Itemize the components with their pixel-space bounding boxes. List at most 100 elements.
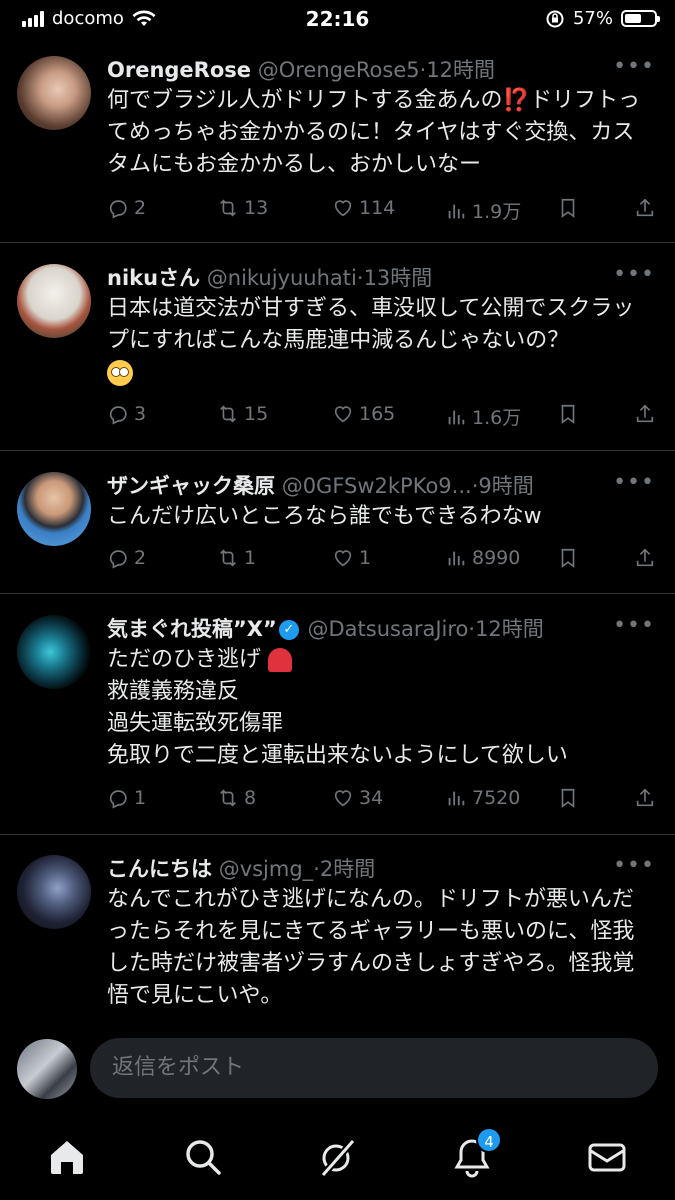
eye-roll-emoji — [107, 360, 133, 386]
separator-dot: · — [356, 266, 364, 290]
avatar[interactable] — [17, 56, 91, 130]
views-icon — [448, 410, 465, 424]
post-time[interactable]: 13時間 — [364, 266, 433, 290]
reply-button[interactable]: 3 — [107, 403, 146, 425]
tab-messages[interactable] — [585, 1135, 629, 1179]
author-name[interactable]: nikuさん — [107, 266, 200, 290]
repost-button[interactable]: 1 — [217, 547, 256, 569]
more-icon[interactable]: ••• — [613, 262, 655, 287]
reply-button[interactable]: 2 — [107, 197, 146, 219]
views-button[interactable]: 1.6万 — [445, 403, 521, 430]
action-bar: 2 13 114 1.9万 — [107, 197, 657, 227]
post-time[interactable]: 9時間 — [478, 474, 533, 498]
reply-button[interactable]: 1 — [107, 787, 146, 809]
author-name[interactable]: こんにちは — [107, 857, 212, 881]
more-icon[interactable]: ••• — [613, 54, 655, 79]
avatar[interactable] — [17, 855, 91, 929]
more-icon[interactable]: ••• — [613, 613, 655, 638]
view-count: 7520 — [472, 787, 521, 809]
tab-home[interactable] — [45, 1135, 89, 1179]
repost-count: 13 — [244, 197, 269, 219]
author-handle[interactable]: @nikujyuuhati — [207, 266, 357, 290]
like-button[interactable]: 1 — [332, 547, 371, 569]
reply-icon — [109, 406, 127, 425]
views-icon — [448, 791, 465, 806]
like-button[interactable]: 165 — [332, 403, 395, 425]
avatar[interactable] — [17, 472, 91, 546]
share-button[interactable] — [634, 403, 656, 425]
heart-icon — [334, 550, 352, 567]
avatar[interactable] — [17, 615, 91, 689]
mail-icon — [588, 1143, 626, 1172]
view-count: 1.9万 — [472, 201, 522, 223]
repost-button[interactable]: 15 — [217, 403, 268, 425]
verified-icon: ✓ — [278, 620, 299, 640]
heart-icon — [334, 790, 352, 807]
author-handle[interactable]: @vsjmg_ — [219, 857, 314, 881]
repost-icon — [220, 405, 236, 423]
post-time[interactable]: 2時間 — [320, 857, 375, 881]
tweet-text: ただのひき逃げ 救護義務違反 過失運転致死傷罪 免取りで二度と運転出来ないようにして… — [107, 644, 655, 772]
siren-emoji — [268, 648, 293, 672]
tweet[interactable]: 気まぐれ投稿”X” ✓ @DatsusaraJiro·12時間 ••• ただのひき… — [0, 594, 675, 835]
tweet[interactable]: ザンギャック桑原 @0GFSw2kPKo9...·9時間 ••• こんだけ広いと… — [0, 451, 675, 594]
tweet[interactable]: OrengeRose @OrengeRose5·12時間 ••• 何でブラジル人… — [0, 40, 675, 243]
views-button[interactable]: 8990 — [445, 547, 520, 569]
reply-count: 2 — [134, 197, 147, 219]
reply-button[interactable]: 2 — [107, 547, 146, 569]
tweet-line: 免取りで二度と運転出来ないようにして欲しい — [107, 743, 568, 768]
views-icon — [448, 551, 465, 566]
more-icon[interactable]: ••• — [613, 853, 655, 878]
bookmark-button[interactable] — [557, 547, 579, 569]
like-button[interactable]: 34 — [332, 787, 383, 809]
views-button[interactable]: 7520 — [445, 787, 520, 809]
reply-bar: 返信をポスト — [0, 1025, 675, 1115]
like-button[interactable]: 114 — [332, 197, 395, 219]
share-icon — [636, 404, 654, 423]
author-handle[interactable]: @0GFSw2kPKo9... — [282, 474, 472, 498]
tweet-text: 日本は道交法が甘すぎる、車没収して公開でスクラップにすればこんな馬鹿連中減るんじ… — [107, 293, 655, 389]
post-time[interactable]: 12時間 — [426, 58, 495, 82]
grok-icon — [320, 1138, 356, 1178]
avatar[interactable] — [17, 264, 91, 338]
repost-button[interactable]: 13 — [217, 197, 268, 219]
current-user-avatar[interactable] — [17, 1039, 77, 1099]
heart-icon — [334, 406, 352, 423]
action-bar: 3 15 165 1.6万 — [107, 403, 657, 433]
repost-count: 8 — [244, 787, 257, 809]
like-count: 165 — [359, 403, 396, 425]
share-icon — [636, 198, 654, 217]
repost-button[interactable]: 8 — [217, 787, 256, 809]
bookmark-button[interactable] — [557, 403, 579, 425]
tab-notifications[interactable]: 4 — [450, 1127, 502, 1179]
reply-count: 3 — [134, 403, 147, 425]
tab-grok[interactable] — [315, 1135, 359, 1179]
tweet[interactable]: nikuさん @nikujyuuhati·13時間 ••• 日本は道交法が甘すぎ… — [0, 243, 675, 451]
author-handle[interactable]: @OrengeRose5 — [258, 58, 420, 82]
tweet-text: 何でブラジル人がドリフトする金あんの⁉️ドリフトってめっちゃお金かかるのに！タイ… — [107, 85, 655, 181]
author-name[interactable]: 気まぐれ投稿”X” — [107, 617, 277, 641]
share-icon — [636, 788, 654, 807]
share-button[interactable] — [634, 197, 656, 219]
views-icon — [448, 204, 465, 218]
like-count: 34 — [359, 787, 384, 809]
bookmark-button[interactable] — [557, 197, 579, 219]
share-button[interactable] — [634, 787, 656, 809]
action-bar: 1 8 34 7520 — [107, 787, 657, 817]
author-name[interactable]: ザンギャック桑原 — [107, 474, 275, 498]
more-icon[interactable]: ••• — [613, 470, 655, 495]
share-button[interactable] — [634, 547, 656, 569]
author-name[interactable]: OrengeRose — [107, 58, 251, 82]
post-time[interactable]: 12時間 — [475, 617, 544, 641]
bookmark-icon — [561, 788, 575, 808]
reply-icon — [109, 550, 127, 569]
bookmark-button[interactable] — [557, 787, 579, 809]
battery-percent: 57% — [572, 8, 613, 29]
repost-icon — [220, 789, 236, 807]
reply-input[interactable]: 返信をポスト — [90, 1038, 658, 1098]
like-count: 114 — [359, 197, 396, 219]
author-handle[interactable]: @DatsusaraJiro — [307, 617, 468, 641]
tab-search[interactable] — [181, 1135, 225, 1179]
views-button[interactable]: 1.9万 — [445, 197, 521, 224]
tweet[interactable]: こんにちは @vsjmg_·2時間 ••• なんでこれがひき逃げになんの。ドリフ… — [0, 835, 675, 1025]
